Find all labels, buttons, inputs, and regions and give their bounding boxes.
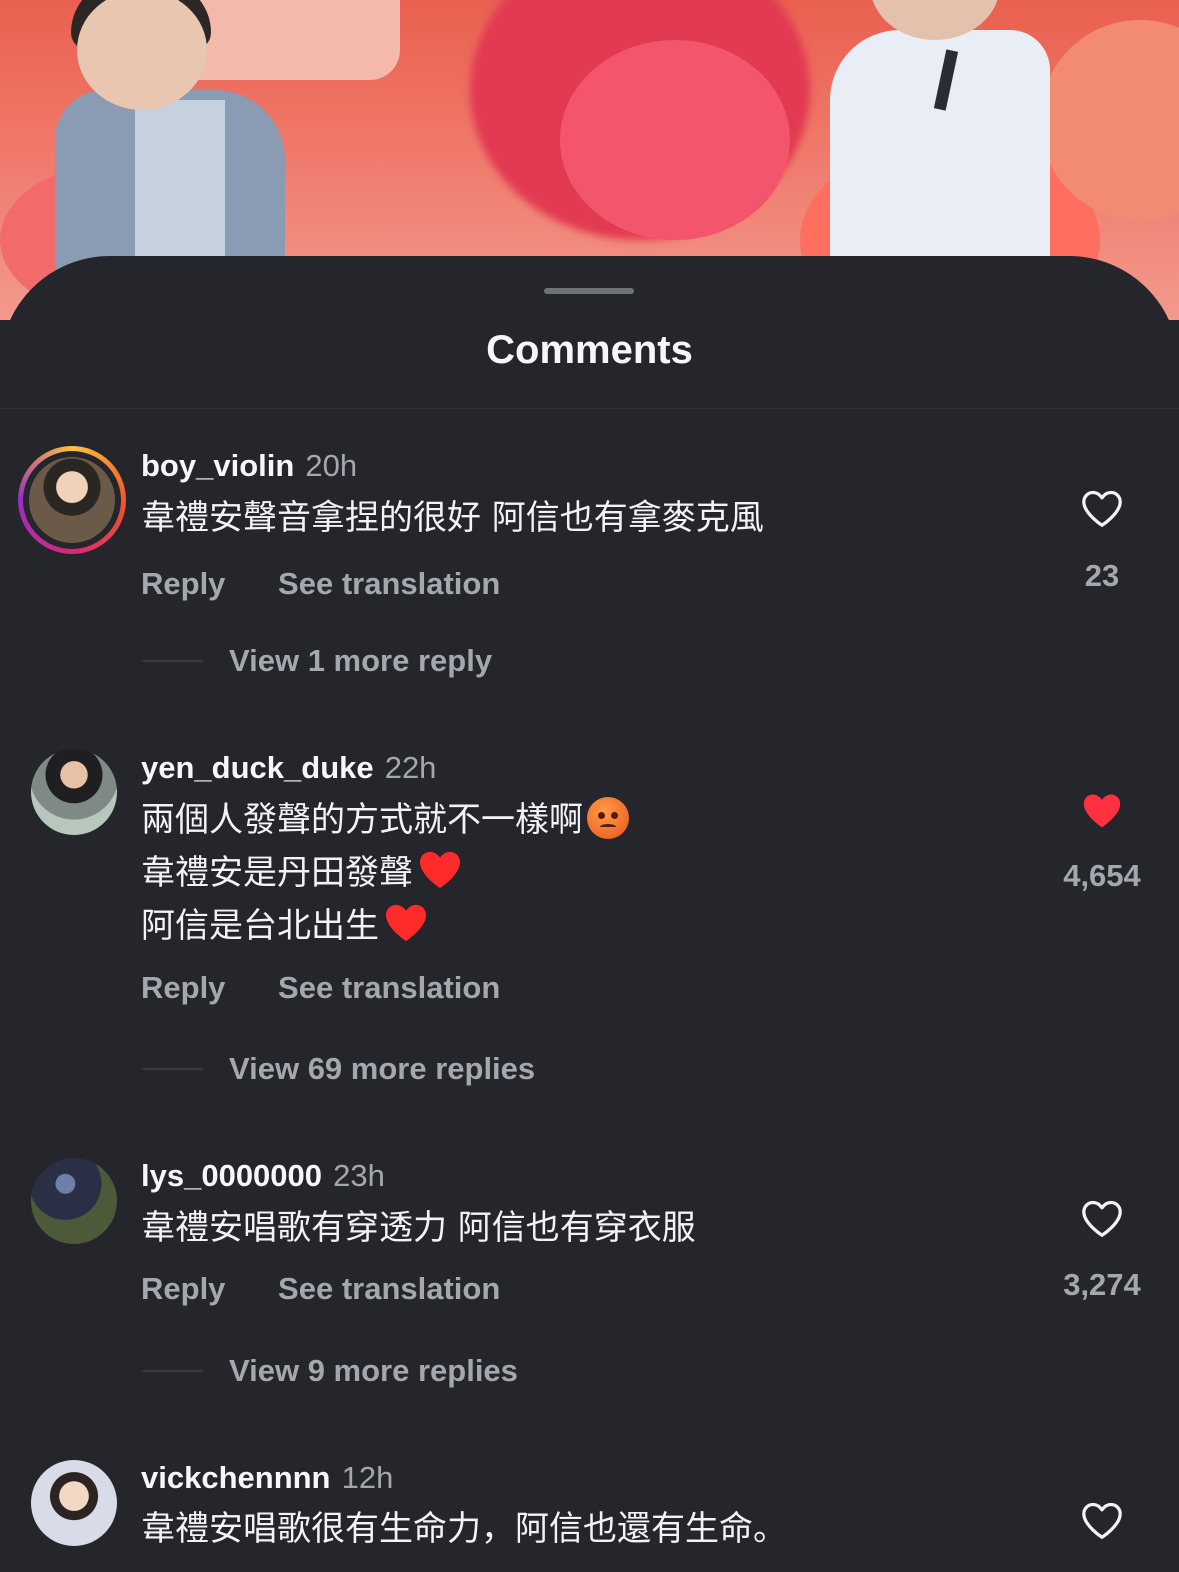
comment-text: 阿信是台北出生 bbox=[141, 906, 379, 946]
replies-line bbox=[143, 1370, 203, 1372]
sheet-drag-handle[interactable] bbox=[544, 288, 634, 294]
reply-button[interactable]: Reply bbox=[141, 970, 225, 1005]
view-replies-label: View 9 more replies bbox=[229, 1353, 518, 1388]
like-button[interactable] bbox=[1060, 1198, 1144, 1238]
divider bbox=[0, 408, 1179, 409]
avatar bbox=[29, 457, 115, 543]
replies-line bbox=[143, 1068, 203, 1070]
like-button[interactable] bbox=[1060, 1500, 1144, 1540]
stage-decoration bbox=[560, 40, 790, 240]
like-button[interactable] bbox=[1060, 488, 1144, 528]
view-replies-label: View 69 more replies bbox=[229, 1051, 536, 1086]
reply-button[interactable]: Reply bbox=[141, 566, 225, 601]
story-ring[interactable] bbox=[18, 446, 126, 554]
heart-outline-icon bbox=[1082, 1502, 1122, 1539]
username[interactable]: yen_duck_duke bbox=[141, 750, 374, 785]
timestamp: 12h bbox=[341, 1460, 394, 1495]
timestamp: 20h bbox=[305, 448, 358, 483]
view-replies-button[interactable]: View 69 more replies bbox=[143, 1051, 535, 1087]
comment-text: 韋禮安聲音拿捏的很好 阿信也有拿麥克風 bbox=[141, 498, 764, 538]
comment-text: 兩個人發聲的方式就不一樣啊 bbox=[141, 800, 583, 840]
timestamp: 23h bbox=[333, 1158, 385, 1193]
singer-right bbox=[830, 0, 1050, 290]
see-translation-button[interactable]: See translation bbox=[278, 1271, 500, 1306]
avatar[interactable] bbox=[31, 1158, 117, 1244]
heart-outline-icon bbox=[1082, 490, 1122, 527]
view-replies-label: View 1 more reply bbox=[229, 643, 493, 678]
username[interactable]: vickchennnn bbox=[141, 1460, 331, 1495]
see-translation-button[interactable]: See translation bbox=[278, 566, 500, 601]
timestamp: 22h bbox=[384, 750, 437, 785]
reply-button[interactable]: Reply bbox=[141, 1271, 225, 1306]
red-heart-emoji bbox=[419, 851, 461, 889]
avatar[interactable] bbox=[31, 1460, 117, 1546]
see-translation-button[interactable]: See translation bbox=[278, 970, 500, 1005]
comment-text-line: 韋禮安是丹田發聲 bbox=[141, 847, 629, 900]
comment-text: 韋禮安唱歌很有生命力，阿信也還有生命。 bbox=[141, 1509, 787, 1549]
like-button[interactable] bbox=[1060, 790, 1144, 830]
like-count: 3,274 bbox=[1063, 1267, 1141, 1302]
singer-left bbox=[55, 0, 285, 290]
heart-filled-icon bbox=[1083, 794, 1121, 828]
heart-outline-icon bbox=[1082, 1200, 1122, 1237]
username[interactable]: boy_violin bbox=[141, 448, 294, 483]
like-count: 23 bbox=[1084, 558, 1120, 593]
red-heart-emoji bbox=[385, 904, 427, 942]
replies-line bbox=[143, 660, 203, 662]
view-replies-button[interactable]: View 9 more replies bbox=[143, 1353, 518, 1389]
view-replies-button[interactable]: View 1 more reply bbox=[143, 643, 492, 679]
like-count: 4,654 bbox=[1063, 858, 1141, 893]
comment-text-line: 兩個人發聲的方式就不一樣啊 bbox=[141, 794, 629, 847]
comment-text-line: 阿信是台北出生 bbox=[141, 900, 629, 953]
avatar[interactable] bbox=[31, 749, 117, 835]
username[interactable]: lys_0000000 bbox=[141, 1158, 322, 1193]
comment-text: 韋禮安唱歌有穿透力 阿信也有穿衣服 bbox=[141, 1208, 696, 1248]
angry-face-emoji bbox=[587, 797, 629, 839]
comment-text: 韋禮安是丹田發聲 bbox=[141, 853, 413, 893]
sheet-title: Comments bbox=[486, 328, 693, 372]
